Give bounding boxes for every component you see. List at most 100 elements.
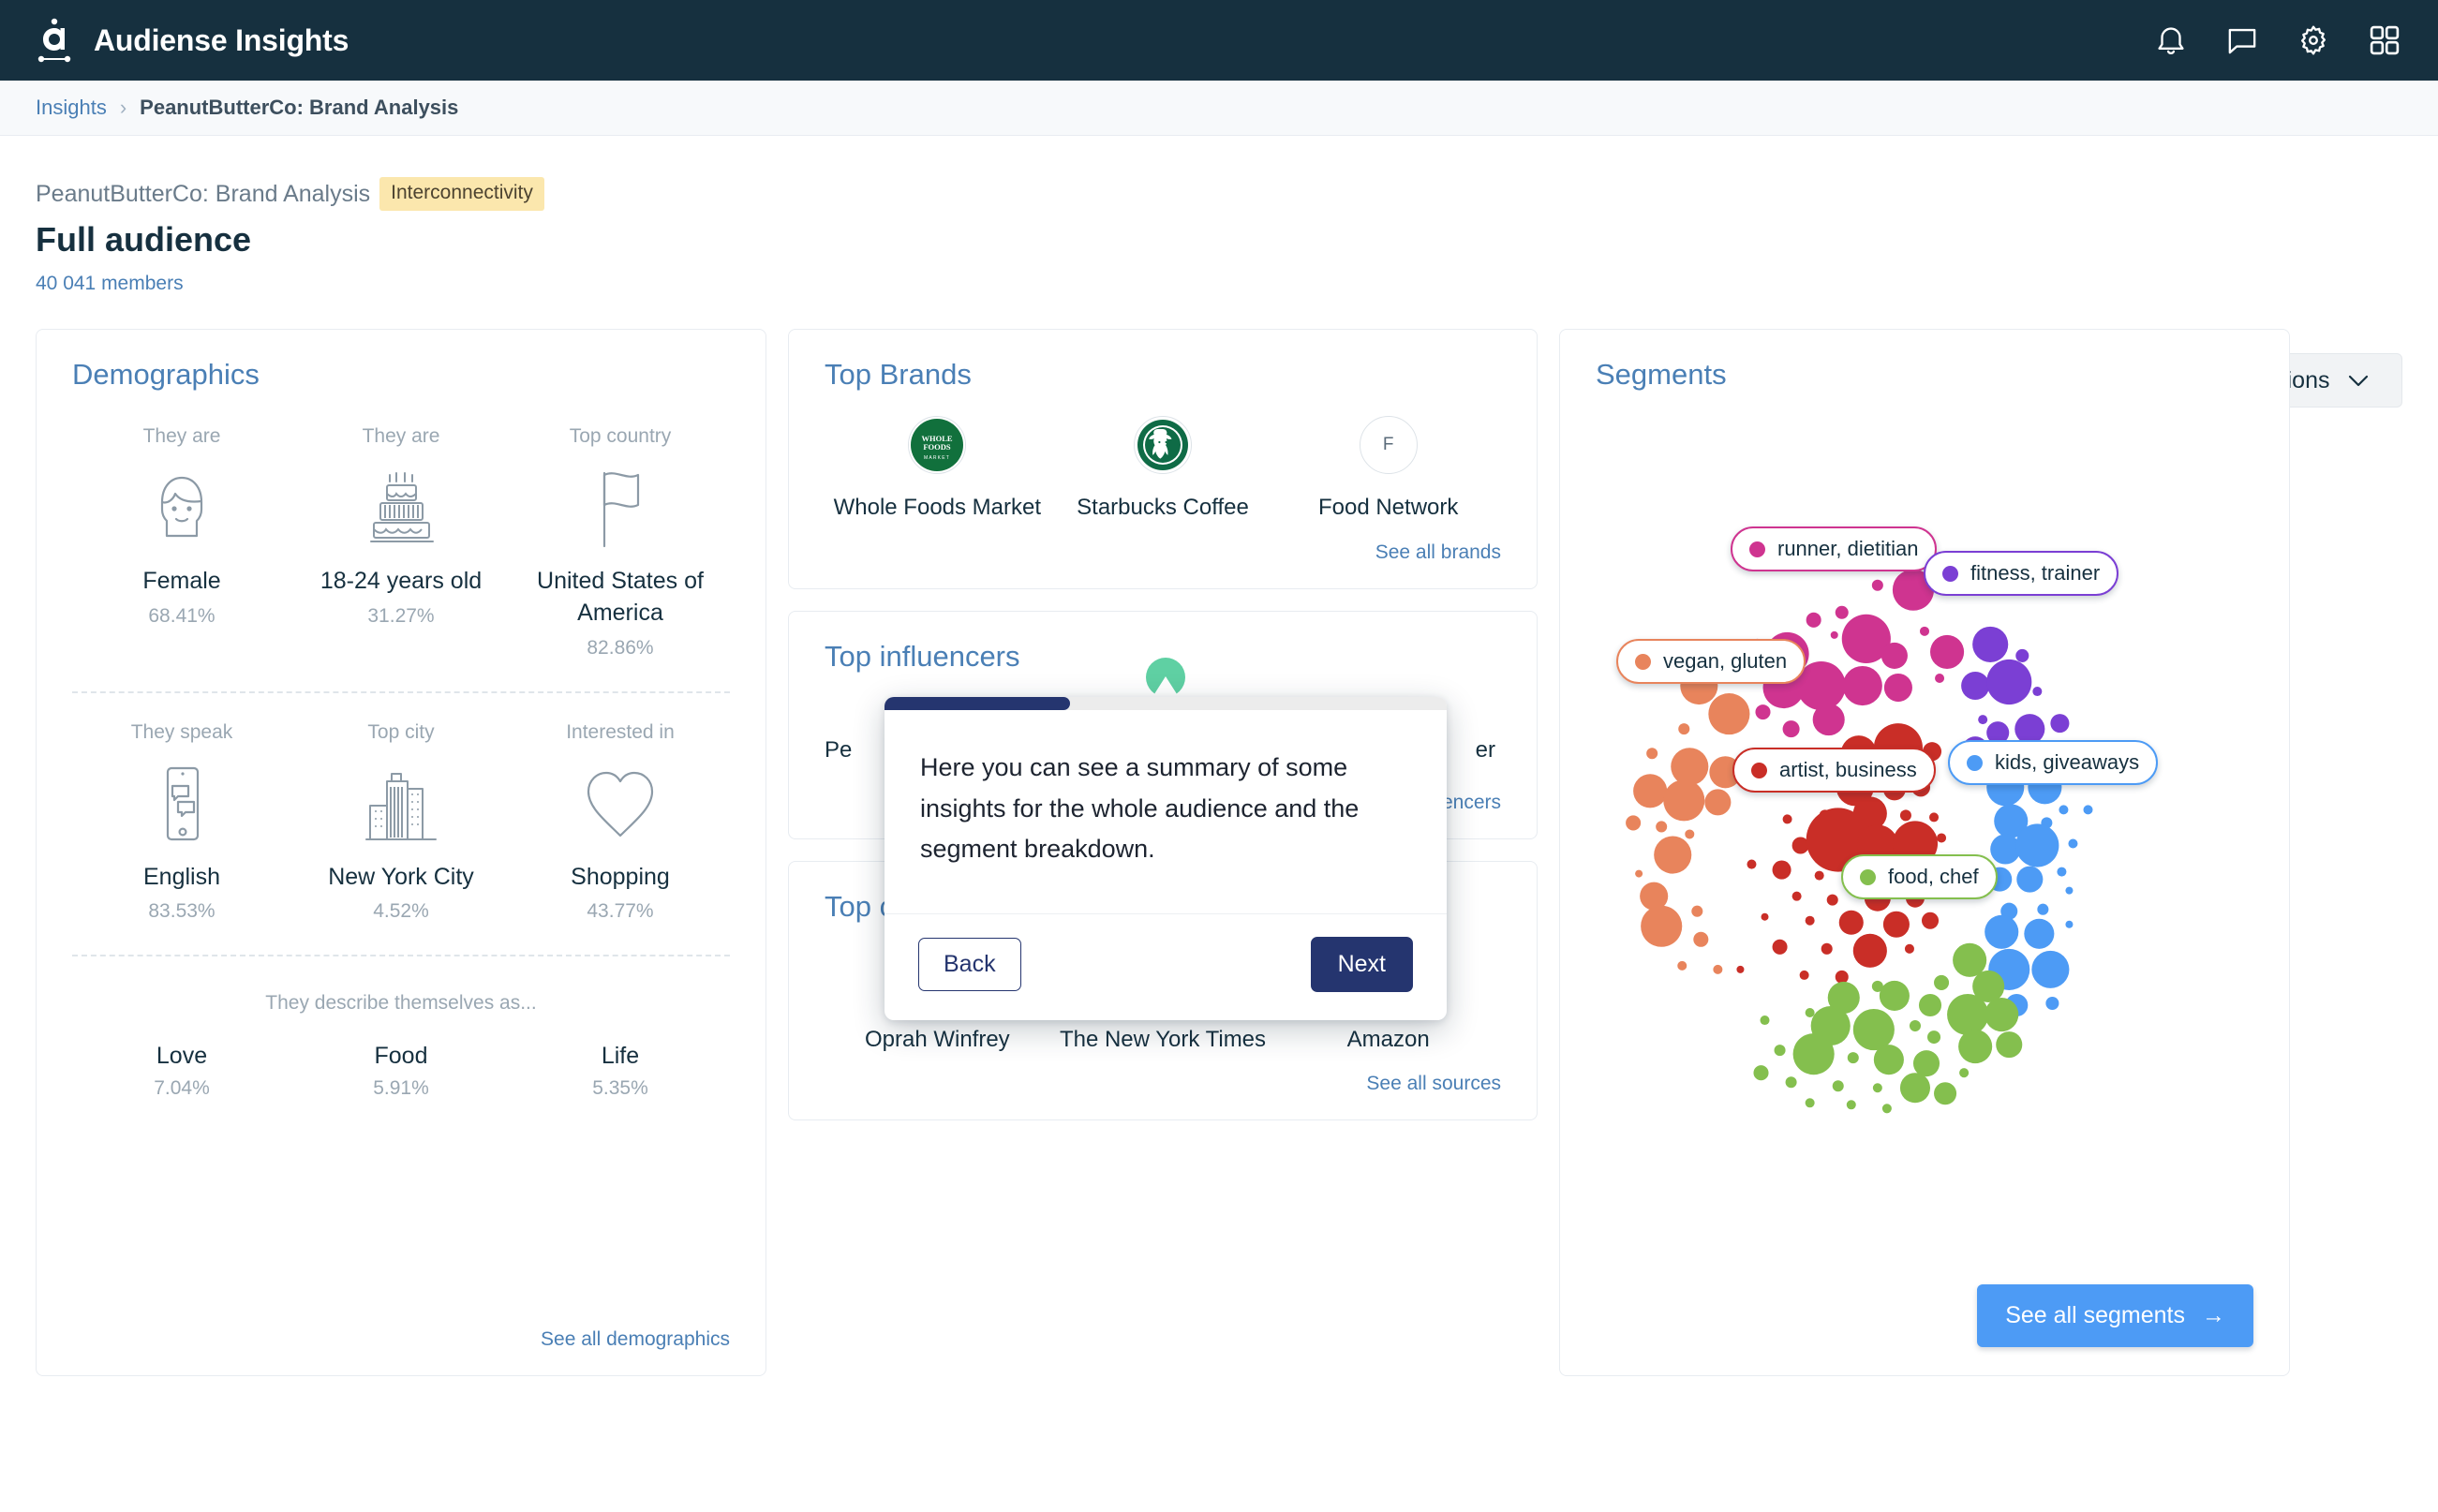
whole-foods-logo: WHOLE FOODS MARKET bbox=[908, 416, 967, 474]
demographic-percent: 43.77% bbox=[587, 900, 654, 923]
see-all-demographics-link[interactable]: See all demographics bbox=[72, 1328, 730, 1351]
demographic-value: United States of America bbox=[537, 568, 704, 626]
segment-color-dot bbox=[1635, 653, 1651, 670]
demographic-label: They speak bbox=[130, 720, 233, 743]
gear-icon[interactable] bbox=[2296, 22, 2331, 58]
brand[interactable]: Audiense Insights bbox=[36, 18, 349, 63]
page-subtitle-row: PeanutButterCo: Brand Analysis Interconn… bbox=[36, 177, 2402, 211]
top-brands-card: Top Brands WHOLE FOODS MARKET Whole Food… bbox=[788, 329, 1538, 589]
segment-chip-food-chef[interactable]: food, chef bbox=[1841, 854, 1998, 899]
tour-progress-bar bbox=[885, 697, 1447, 710]
describe-item: Love 7.04% bbox=[72, 1043, 291, 1100]
brand-item[interactable]: Starbucks Coffee bbox=[1050, 416, 1276, 523]
describe-percent: 5.91% bbox=[373, 1077, 429, 1100]
source-name: Oprah Winfrey bbox=[864, 1026, 1010, 1052]
segment-chip-label: vegan, gluten bbox=[1663, 649, 1788, 673]
phone-chat-icon bbox=[82, 759, 282, 849]
see-all-sources-link[interactable]: See all sources bbox=[825, 1073, 1501, 1095]
segment-chip-label: kids, giveaways bbox=[1995, 750, 2140, 774]
brand-name: Whole Foods Market bbox=[833, 495, 1042, 520]
app-title: Audiense Insights bbox=[94, 22, 349, 57]
demographic-label: Top city bbox=[367, 720, 435, 743]
breadcrumb: Insights › PeanutButterCo: Brand Analysi… bbox=[0, 81, 2438, 136]
segment-chip-artist-business[interactable]: artist, business bbox=[1732, 748, 1936, 793]
city-buildings-icon bbox=[301, 759, 501, 849]
divider bbox=[72, 955, 730, 957]
tour-text: Here you can see a summary of some insig… bbox=[920, 753, 1360, 864]
segment-chip-kids-giveaways[interactable]: kids, giveaways bbox=[1948, 740, 2159, 785]
tour-back-button[interactable]: Back bbox=[918, 938, 1021, 992]
segment-chip-label: fitness, trainer bbox=[1970, 561, 2101, 585]
segment-chip-label: food, chef bbox=[1888, 865, 1979, 888]
demographic-value: English bbox=[143, 863, 220, 890]
grid-apps-icon[interactable] bbox=[2367, 22, 2402, 58]
describe-percent: 7.04% bbox=[154, 1077, 210, 1100]
demographics-row-1: They are Female 68.41% They are 18-24 ye… bbox=[72, 397, 730, 660]
tour-next-button[interactable]: Next bbox=[1310, 937, 1413, 993]
describe-item: Life 5.35% bbox=[511, 1043, 730, 1100]
letter-placeholder-avatar: F bbox=[1359, 416, 1418, 474]
describe-percent: 5.35% bbox=[592, 1077, 648, 1100]
see-all-segments-button[interactable]: See all segments → bbox=[1977, 1284, 2253, 1347]
header-actions bbox=[2153, 22, 2402, 58]
describe-row: Love 7.04% Food 5.91% Life 5.35% bbox=[72, 1043, 730, 1100]
chevron-right-icon: › bbox=[119, 96, 127, 119]
source-name: The New York Times bbox=[1059, 1026, 1267, 1052]
brand-item[interactable]: WHOLE FOODS MARKET Whole Foods Market bbox=[825, 416, 1050, 523]
segment-chip-runner-dietitian[interactable]: runner, dietitian bbox=[1731, 526, 1938, 571]
demographic-label: Top country bbox=[569, 425, 672, 447]
demographics-card: Demographics They are Female 68.41% They… bbox=[36, 329, 766, 1376]
brand-item[interactable]: F Food Network bbox=[1275, 416, 1501, 523]
heart-icon bbox=[520, 759, 721, 849]
svg-text:FOODS: FOODS bbox=[924, 442, 952, 452]
page-title: Full audience bbox=[36, 220, 252, 259]
source-name: Amazon bbox=[1346, 1026, 1430, 1052]
segment-color-dot bbox=[1860, 868, 1876, 885]
tour-tooltip: Here you can see a summary of some insig… bbox=[885, 697, 1447, 1021]
starbucks-logo bbox=[1133, 416, 1192, 474]
top-brands-list: WHOLE FOODS MARKET Whole Foods Market St… bbox=[825, 416, 1501, 523]
see-all-segments-label: See all segments bbox=[2005, 1302, 2185, 1328]
describe-word: Love bbox=[156, 1043, 208, 1070]
segment-chip-fitness-trainer[interactable]: fitness, trainer bbox=[1924, 551, 2119, 596]
audiense-logo-icon bbox=[36, 18, 73, 63]
segment-color-dot bbox=[1942, 565, 1958, 582]
breadcrumb-root[interactable]: Insights bbox=[36, 96, 107, 120]
female-avatar-icon bbox=[82, 463, 282, 553]
birthday-cake-icon bbox=[301, 463, 501, 553]
member-count[interactable]: 40 041 members bbox=[36, 273, 2402, 295]
demographic-item: Top city New York City 4.52% bbox=[291, 721, 511, 924]
tour-progress-fill bbox=[885, 697, 1070, 710]
segment-chip-vegan-gluten[interactable]: vegan, gluten bbox=[1616, 639, 1806, 684]
demographic-value: Shopping bbox=[571, 863, 670, 890]
chevron-up-circle-icon bbox=[1150, 673, 1182, 697]
segment-color-dot bbox=[1751, 762, 1767, 778]
app-header: Audiense Insights bbox=[0, 0, 2438, 81]
demographic-label: Interested in bbox=[566, 720, 675, 743]
demographics-row-2: They speak English 83.53% Top city New Y… bbox=[72, 693, 730, 924]
influencer-name-partial-right: er bbox=[1475, 736, 1495, 763]
demographic-item: They speak English 83.53% bbox=[72, 721, 291, 924]
describe-word: Food bbox=[374, 1043, 428, 1070]
describe-word: Life bbox=[601, 1043, 640, 1070]
segment-color-dot bbox=[1967, 754, 1983, 771]
demographic-label: They are bbox=[142, 425, 221, 447]
svg-text:MARKET: MARKET bbox=[924, 455, 950, 461]
segments-bubble-chart[interactable]: runner, dietitian fitness, trainer vegan… bbox=[1596, 407, 2253, 1284]
demographic-percent: 4.52% bbox=[373, 900, 429, 923]
page-header: PeanutButterCo: Brand Analysis Interconn… bbox=[0, 136, 2438, 408]
tour-pointer-badge[interactable] bbox=[1146, 658, 1185, 697]
demographic-percent: 68.41% bbox=[148, 604, 216, 627]
segments-card: Segments runner, dietitian fitness, trai… bbox=[1559, 329, 2290, 1376]
bell-icon[interactable] bbox=[2153, 22, 2189, 58]
brand-name: Food Network bbox=[1317, 495, 1459, 520]
chat-icon[interactable] bbox=[2224, 22, 2260, 58]
tour-footer: Back Next bbox=[885, 913, 1447, 1020]
demographics-footer: See all demographics bbox=[72, 1328, 730, 1351]
breadcrumb-current: PeanutButterCo: Brand Analysis bbox=[140, 96, 459, 119]
flag-icon bbox=[520, 463, 721, 553]
segment-color-dot bbox=[1749, 541, 1765, 557]
demographic-label: They are bbox=[362, 425, 440, 447]
status-badge: Interconnectivity bbox=[379, 177, 544, 211]
see-all-brands-link[interactable]: See all brands bbox=[825, 541, 1501, 564]
